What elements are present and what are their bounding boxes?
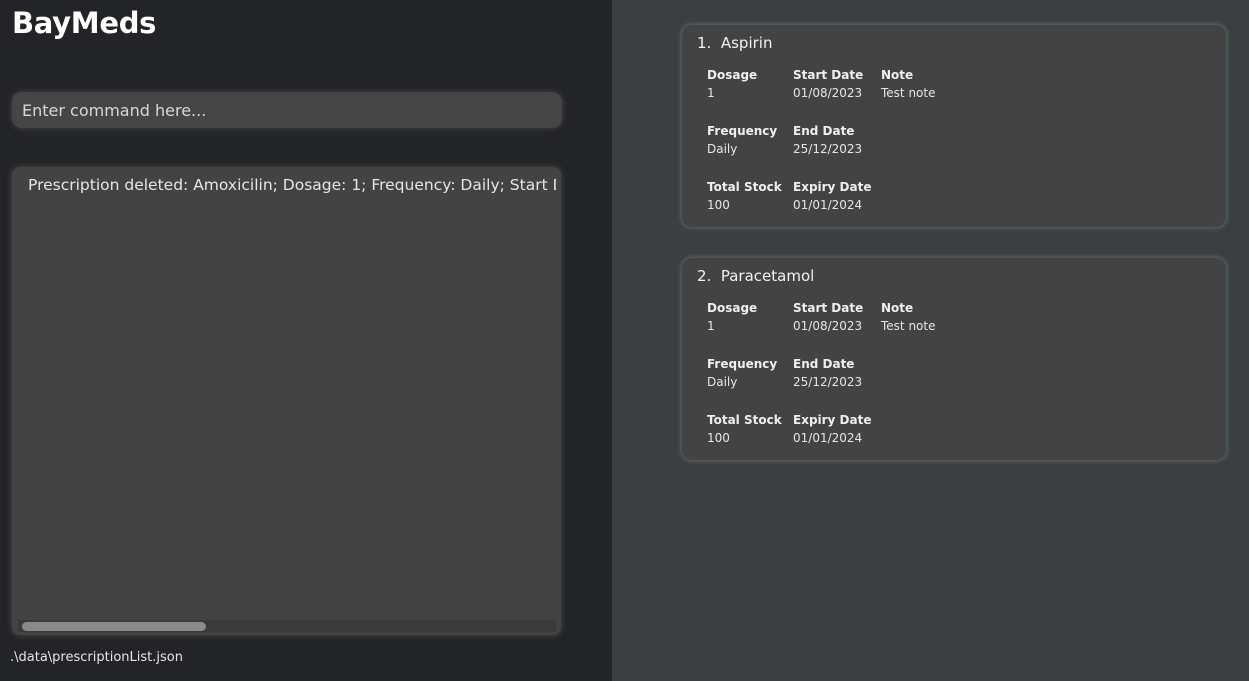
dosage-label: Dosage: [707, 68, 758, 82]
total-stock-value: 100: [707, 431, 730, 445]
prescription-name: Paracetamol: [720, 267, 815, 285]
note-label: Note: [881, 68, 914, 82]
prescription-card[interactable]: 1. Aspirin Dosage 1 Start Date 01/08/202…: [682, 25, 1226, 227]
expiry-date-label: Expiry Date: [793, 180, 872, 194]
app-window: BayMeds Prescription deleted: Amoxicilin…: [0, 0, 1249, 681]
prescription-index: 2.: [697, 267, 712, 285]
end-date-label: End Date: [793, 124, 855, 138]
total-stock-field: Total Stock 100: [707, 178, 797, 214]
total-stock-label: Total Stock: [707, 180, 782, 194]
expiry-date-label: Expiry Date: [793, 413, 872, 427]
command-pane: BayMeds Prescription deleted: Amoxicilin…: [0, 0, 612, 681]
result-display[interactable]: Prescription deleted: Amoxicilin; Dosage…: [12, 167, 561, 635]
horizontal-scrollbar[interactable]: [18, 620, 556, 632]
frequency-field: Frequency Daily: [707, 355, 797, 391]
frequency-value: Daily: [707, 142, 738, 156]
frequency-field: Frequency Daily: [707, 122, 797, 158]
dosage-field: Dosage 1: [707, 299, 797, 335]
expiry-date-field: Expiry Date 01/01/2024: [793, 178, 883, 214]
frequency-label: Frequency: [707, 357, 778, 371]
start-date-label: Start Date: [793, 68, 864, 82]
end-date-field: End Date 25/12/2023: [793, 122, 883, 158]
dosage-value: 1: [707, 319, 715, 333]
start-date-value: 01/08/2023: [793, 86, 863, 100]
scrollbar-thumb[interactable]: [22, 622, 206, 631]
total-stock-field: Total Stock 100: [707, 411, 797, 447]
status-bar-file-path: .\data\prescriptionList.json: [10, 650, 183, 665]
app-title: BayMeds: [12, 6, 157, 40]
prescription-card-title: 1. Aspirin: [697, 34, 772, 52]
start-date-value: 01/08/2023: [793, 319, 863, 333]
expiry-date-value: 01/01/2024: [793, 198, 863, 212]
prescription-card-title: 2. Paracetamol: [697, 267, 814, 285]
prescription-card[interactable]: 2. Paracetamol Dosage 1 Start Date 01/08…: [682, 258, 1226, 460]
start-date-field: Start Date 01/08/2023: [793, 299, 883, 335]
dosage-label: Dosage: [707, 301, 758, 315]
total-stock-value: 100: [707, 198, 730, 212]
command-input[interactable]: [12, 92, 562, 128]
note-value: Test note: [881, 319, 936, 333]
command-box[interactable]: [12, 92, 562, 128]
prescription-name: Aspirin: [720, 34, 773, 52]
start-date-label: Start Date: [793, 301, 864, 315]
start-date-field: Start Date 01/08/2023: [793, 66, 883, 102]
prescription-list-panel[interactable]: 1. Aspirin Dosage 1 Start Date 01/08/202…: [612, 0, 1249, 681]
total-stock-label: Total Stock: [707, 413, 782, 427]
expiry-date-value: 01/01/2024: [793, 431, 863, 445]
note-label: Note: [881, 301, 914, 315]
end-date-label: End Date: [793, 357, 855, 371]
end-date-value: 25/12/2023: [793, 142, 863, 156]
note-value: Test note: [881, 86, 936, 100]
end-date-field: End Date 25/12/2023: [793, 355, 883, 391]
prescription-index: 1.: [697, 34, 712, 52]
result-message: Prescription deleted: Amoxicilin; Dosage…: [28, 176, 556, 194]
frequency-value: Daily: [707, 375, 738, 389]
note-field: Note Test note: [881, 299, 971, 335]
end-date-value: 25/12/2023: [793, 375, 863, 389]
frequency-label: Frequency: [707, 124, 778, 138]
expiry-date-field: Expiry Date 01/01/2024: [793, 411, 883, 447]
dosage-field: Dosage 1: [707, 66, 797, 102]
dosage-value: 1: [707, 86, 715, 100]
note-field: Note Test note: [881, 66, 971, 102]
